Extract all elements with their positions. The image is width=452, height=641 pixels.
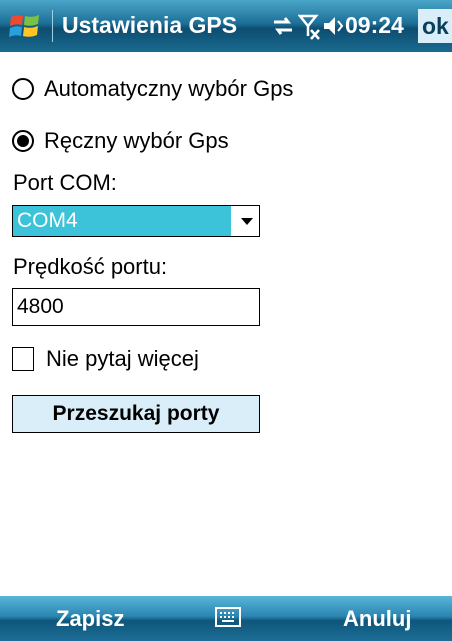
ok-button[interactable]: ok xyxy=(418,9,452,43)
auto-gps-label: Automatyczny wybór Gps xyxy=(44,76,294,101)
scan-ports-button[interactable]: Przeszukaj porty xyxy=(12,395,260,433)
port-com-dropdown[interactable]: COM4 xyxy=(12,205,260,237)
manual-gps-label: Ręczny wybór Gps xyxy=(44,128,229,153)
chevron-down-icon[interactable] xyxy=(241,218,253,225)
manual-gps-radio[interactable] xyxy=(12,130,34,152)
radio-selected-dot xyxy=(17,135,29,147)
auto-gps-option[interactable]: Automatyczny wybór Gps xyxy=(12,76,293,102)
cancel-button[interactable]: Anuluj xyxy=(343,606,411,632)
port-com-selected-value: COM4 xyxy=(13,206,231,236)
save-button[interactable]: Zapisz xyxy=(56,606,124,632)
port-speed-input[interactable]: 4800 xyxy=(12,288,260,326)
volume-icon[interactable] xyxy=(322,12,344,40)
clock-time[interactable]: 09:24 xyxy=(345,12,404,39)
ask-again-checkbox[interactable] xyxy=(12,347,34,371)
port-speed-label: Prędkość portu: xyxy=(13,254,168,279)
ask-again-label: Nie pytaj więcej xyxy=(46,346,199,371)
connectivity-icon[interactable] xyxy=(270,12,296,40)
keyboard-icon[interactable] xyxy=(215,607,241,627)
window-title: Ustawienia GPS xyxy=(62,12,238,38)
signal-off-icon[interactable] xyxy=(298,12,320,40)
soft-key-bar: Zapisz Anuluj xyxy=(0,596,452,641)
manual-gps-option[interactable]: Ręczny wybór Gps xyxy=(12,128,229,154)
title-bar: Ustawienia GPS 09:24 ok xyxy=(0,0,452,52)
title-separator xyxy=(52,10,53,42)
auto-gps-radio[interactable] xyxy=(12,78,34,100)
port-com-label: Port COM: xyxy=(13,170,117,195)
ask-again-option[interactable]: Nie pytaj więcej xyxy=(12,346,199,372)
windows-start-icon[interactable] xyxy=(8,10,42,42)
